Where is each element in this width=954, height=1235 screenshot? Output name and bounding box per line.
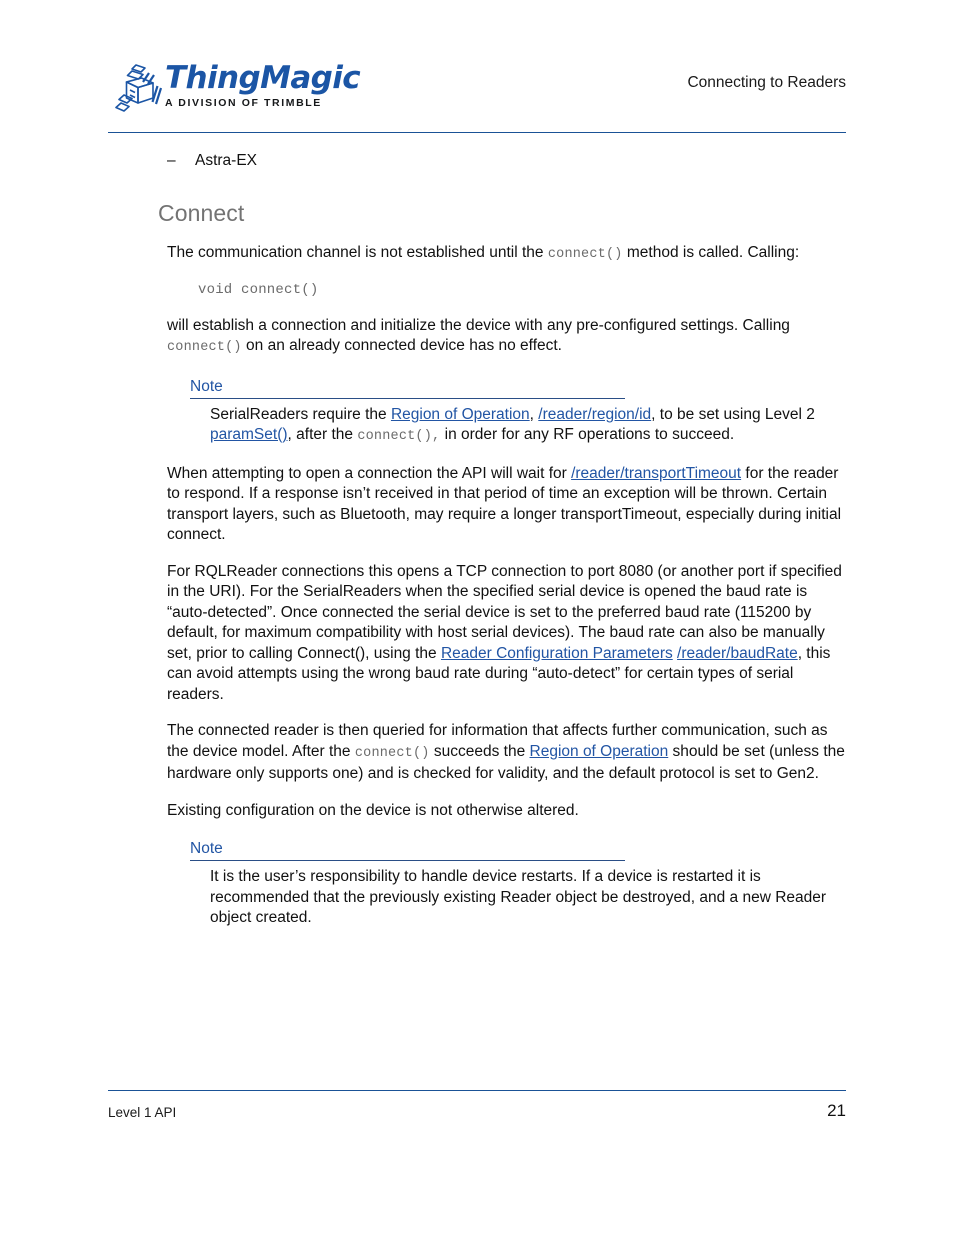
logo-wordmark: ThingMagic [165,60,361,96]
paragraph-transport-timeout: When attempting to open a connection the… [0,464,954,546]
code-block-void-connect: void connect() [198,281,319,298]
bullet-dash: – [167,152,176,169]
note1-t2: , [529,405,539,423]
paragraph-connected-reader-query: The connected reader is then queried for… [0,721,954,785]
note-block-device-restarts: Note It is the user’s responsibility to … [0,839,954,929]
paragraph-establish-connection: will establish a connection and initiali… [0,316,954,359]
logo-tagline: A DIVISION OF TRIMBLE [165,97,322,109]
note1-t3: , to be set using Level 2 [651,405,815,423]
page-content: – Astra-EX Connect The communication chan… [0,150,954,929]
footer-document-title: Level 1 API [108,1105,177,1120]
inline-code-connect: connect() [167,340,242,355]
para3-t1: When attempting to open a connection the… [167,464,572,482]
link-reader-configuration-parameters[interactable]: Reader Configuration Parameters [441,645,673,662]
link-reader-region-id[interactable]: /reader/region/id [538,406,651,423]
header-divider [108,132,846,133]
document-page: ThingMagic A DIVISION OF TRIMBLE Connect… [0,0,954,1235]
para2-line2: on an already connected device has no ef… [241,337,562,354]
note-body: SerialReaders require the Region of Oper… [190,405,846,448]
page-header: ThingMagic A DIVISION OF TRIMBLE Connect… [108,56,846,128]
paragraph-rqlreader-baudrate: For RQLReader connections this opens a T… [0,562,954,706]
note1-t1: SerialReaders require the [210,405,391,423]
logo-text-group: ThingMagic A DIVISION OF TRIMBLE [165,60,361,109]
thingmagic-logo: ThingMagic A DIVISION OF TRIMBLE [112,60,361,116]
link-reader-transporttimeout[interactable]: /reader/transportTimeout [571,465,741,482]
note-block-serialreaders: Note SerialReaders require the Region of… [0,377,954,448]
link-region-of-operation[interactable]: Region of Operation [391,406,530,423]
note-label: Note [190,377,223,395]
para1-text-before: The communication channel is not establi… [167,244,548,261]
paragraph-existing-configuration: Existing configuration on the device is … [167,801,579,819]
link-paramset[interactable]: paramSet() [210,426,288,443]
inline-code-connect: connect() [547,247,623,262]
para1-text-after: method is called. Calling: [622,244,800,261]
section-heading-connect: Connect [158,200,245,226]
page-number: 21 [827,1101,846,1120]
para5-t2: succeeds the [429,742,530,760]
note1-t5: in order for any RF operations to succee… [440,426,735,443]
inline-code-connect: connect() [354,745,430,761]
paragraph-connect-intro: The communication channel is not establi… [0,243,954,266]
note-label: Note [190,840,223,857]
list-item: – Astra-EX [0,150,954,172]
note-body: It is the user’s responsibility to handl… [210,868,827,926]
footer-divider [108,1090,846,1091]
note-divider [190,397,625,399]
note1-t4: , after the [287,426,358,443]
link-reader-baudrate[interactable]: /reader/baudRate [677,645,798,662]
note-divider [190,860,625,861]
list-item-label: Astra-EX [195,152,258,169]
header-chapter-title: Connecting to Readers [687,74,846,91]
link-region-of-operation[interactable]: Region of Operation [530,743,669,760]
page-footer: Level 1 API 21 [108,1101,846,1131]
inline-code-connect: connect(), [357,429,441,444]
thingmagic-cube-logo-icon [112,62,164,116]
para2-line1: will establish a connection and initiali… [167,316,790,334]
